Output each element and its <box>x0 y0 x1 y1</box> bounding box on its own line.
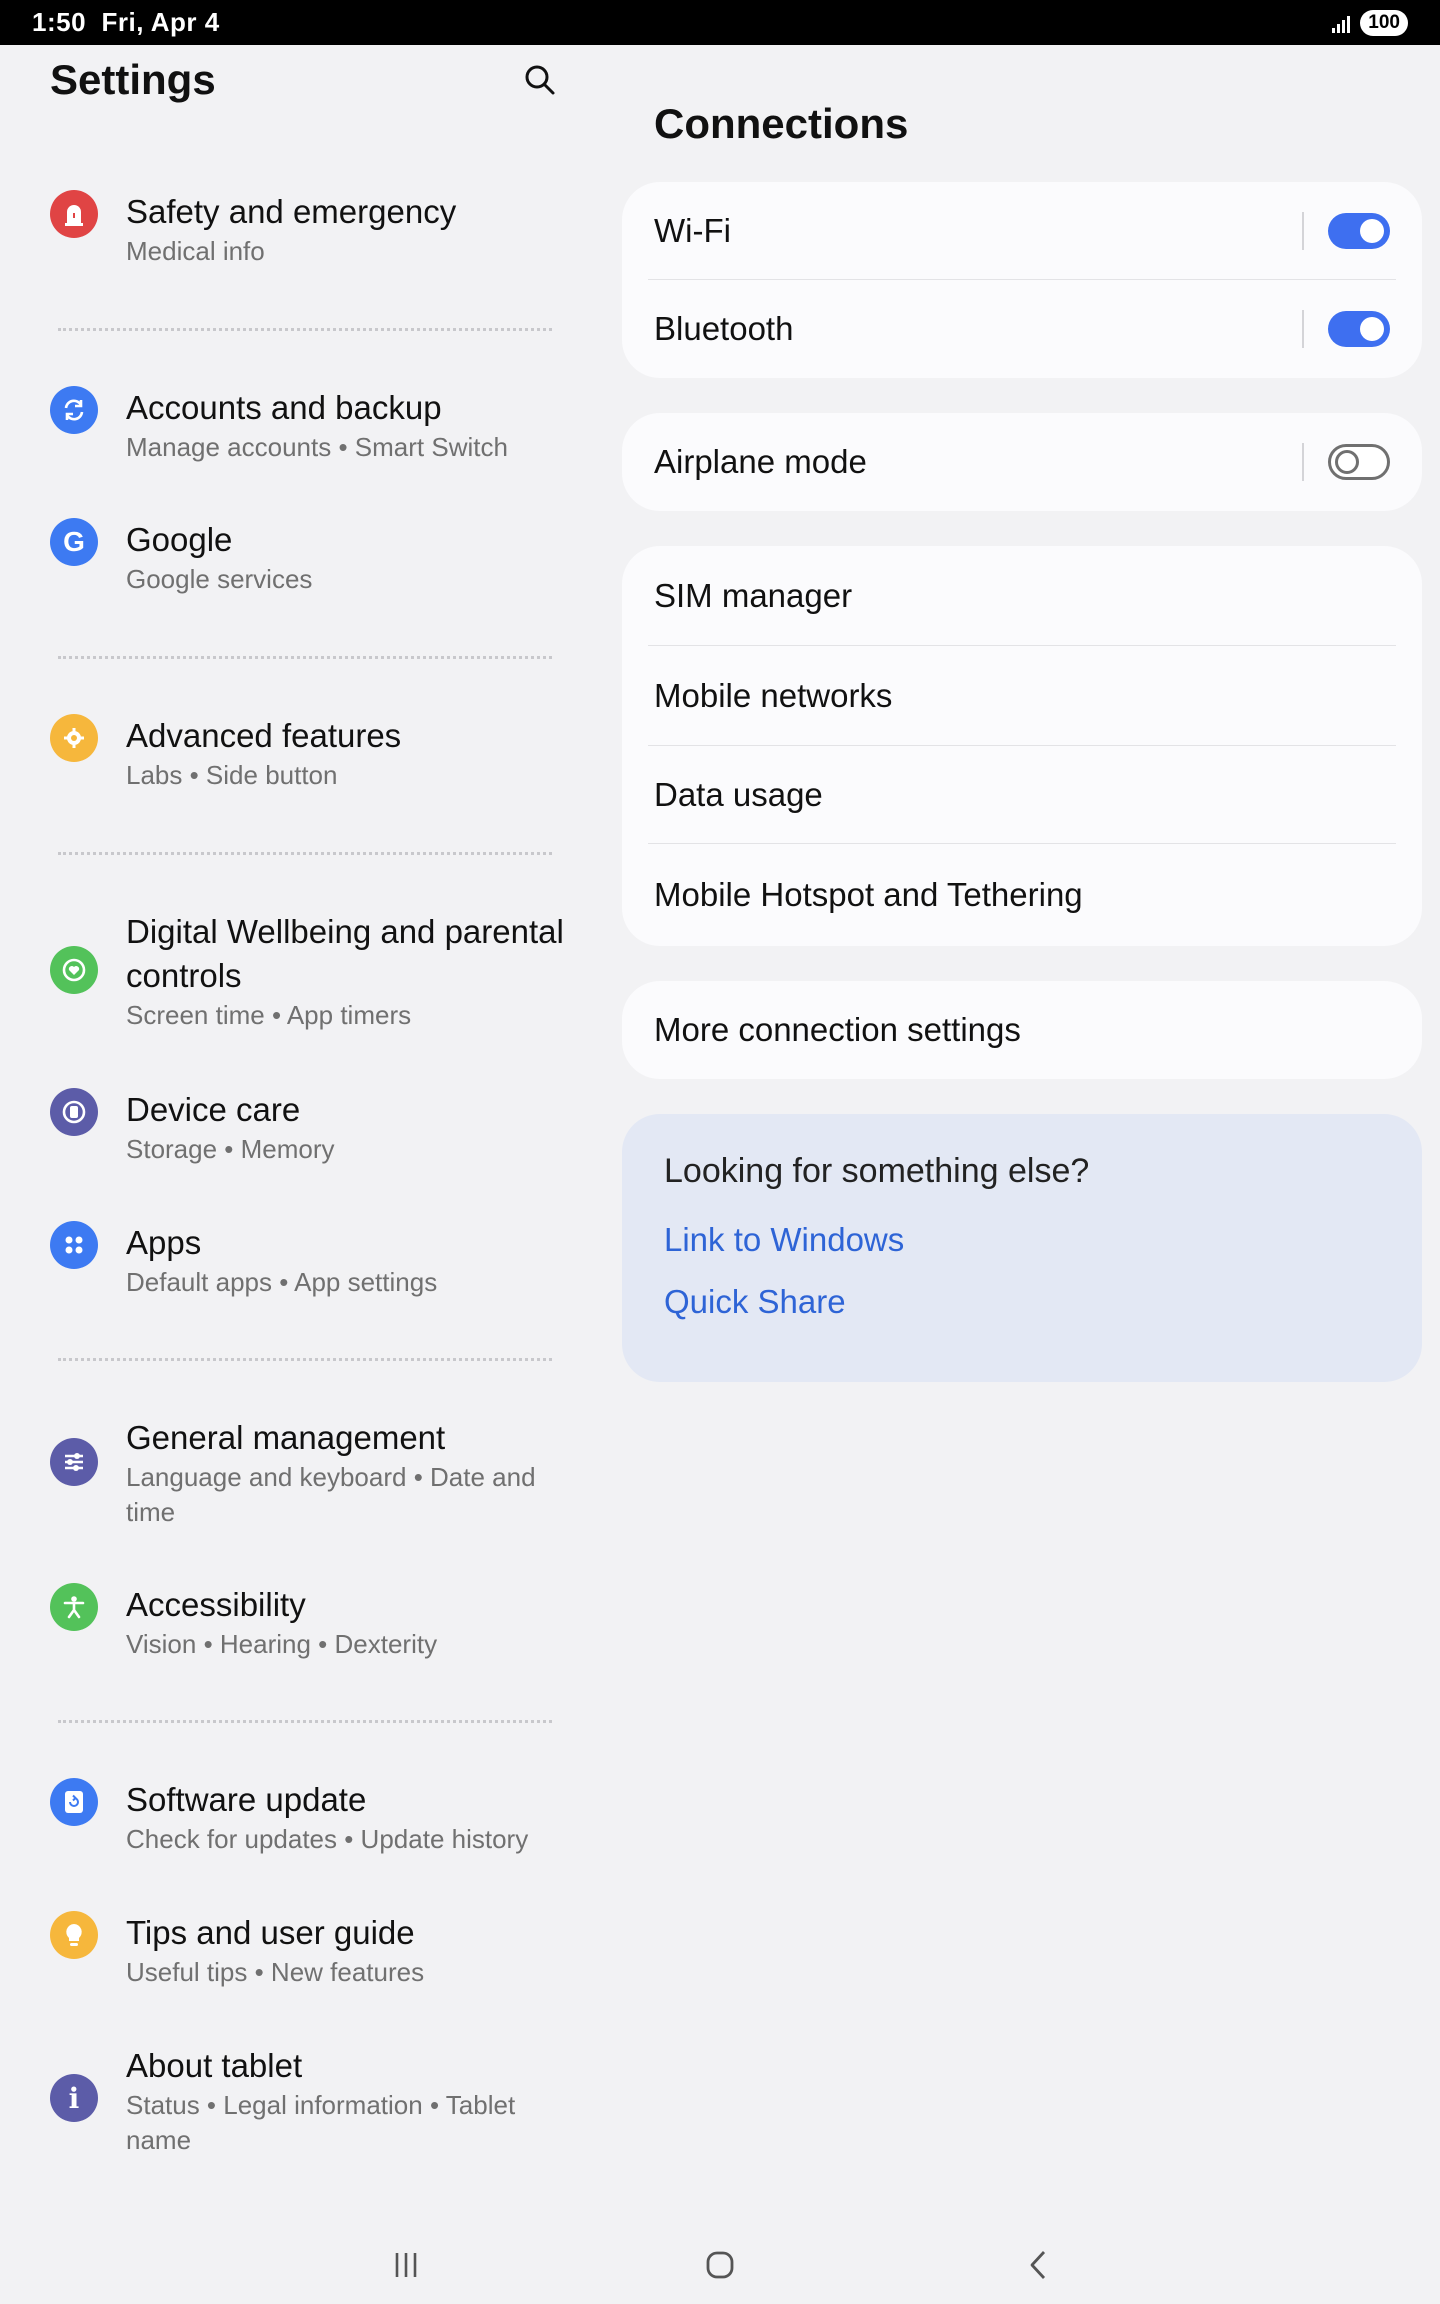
update-icon <box>50 1778 98 1826</box>
item-subtitle: Google services <box>126 564 313 594</box>
divider <box>58 656 552 659</box>
lightbulb-icon <box>50 1911 98 1959</box>
signal-icon <box>1332 13 1351 33</box>
accessibility-icon <box>50 1583 98 1631</box>
more-card: More connection settings <box>622 981 1422 1079</box>
item-subtitle: Storage • Memory <box>126 1134 335 1164</box>
item-title: Accessibility <box>126 1586 306 1623</box>
battery-icon: 100 <box>1360 9 1408 36</box>
date: Fri, Apr 4 <box>101 7 220 37</box>
divider <box>58 1358 552 1361</box>
hotspot-row[interactable]: Mobile Hotspot and Tethering <box>622 844 1422 946</box>
mobile-networks-label: Mobile networks <box>654 677 893 714</box>
device-care-icon <box>50 1088 98 1136</box>
item-title: Software update <box>126 1781 367 1818</box>
suggestions-question: Looking for something else? <box>664 1152 1090 1190</box>
settings-header: Settings <box>50 56 560 104</box>
bluetooth-row[interactable]: Bluetooth <box>622 280 1422 378</box>
item-subtitle: Screen time • App timers <box>126 1000 412 1030</box>
more-settings-label: More connection settings <box>654 1011 1021 1048</box>
item-subtitle: Manage accounts • Smart Switch <box>126 432 508 462</box>
quick-share-link[interactable]: Quick Share <box>664 1283 1380 1321</box>
mobile-card: SIM manager Mobile networks Data usage M… <box>622 546 1422 946</box>
item-subtitle: Useful tips • New features <box>126 1957 425 1987</box>
item-title: Apps <box>126 1224 202 1261</box>
back-icon[interactable] <box>1008 2240 1068 2290</box>
suggestions-card: Looking for something else? Link to Wind… <box>622 1114 1422 1382</box>
airplane-label: Airplane mode <box>654 443 867 480</box>
more-settings-row[interactable]: More connection settings <box>622 981 1422 1079</box>
airplane-toggle[interactable] <box>1328 444 1390 480</box>
wifi-label: Wi-Fi <box>654 212 731 249</box>
google-icon: G <box>50 518 98 566</box>
divider <box>1302 443 1304 481</box>
item-title: Digital Wellbeing and parental controls <box>126 913 564 994</box>
home-icon[interactable] <box>690 2240 750 2290</box>
item-title: Google <box>126 521 233 558</box>
settings-item-wellbeing[interactable]: Digital Wellbeing and parental controls … <box>50 910 570 1033</box>
settings-item-accounts[interactable]: Accounts and backup Manage accounts • Sm… <box>50 386 570 465</box>
item-title: Safety and emergency <box>126 193 457 230</box>
item-title: About tablet <box>126 2047 303 2084</box>
bluetooth-label: Bluetooth <box>654 310 794 347</box>
sync-icon <box>50 386 98 434</box>
item-subtitle: Medical info <box>126 236 265 266</box>
wifi-toggle[interactable] <box>1328 213 1390 249</box>
sim-manager-row[interactable]: SIM manager <box>622 546 1422 646</box>
divider <box>1302 212 1304 250</box>
settings-item-general[interactable]: General management Language and keyboard… <box>50 1416 570 1530</box>
hotspot-label: Mobile Hotspot and Tethering <box>654 876 1083 913</box>
settings-item-device-care[interactable]: Device care Storage • Memory <box>50 1088 570 1167</box>
item-subtitle: Check for updates • Update history <box>126 1824 529 1854</box>
page-title: Settings <box>50 56 216 103</box>
apps-icon <box>50 1221 98 1269</box>
search-icon[interactable] <box>520 60 560 100</box>
item-title: Tips and user guide <box>126 1914 415 1951</box>
item-subtitle: Default apps • App settings <box>126 1267 438 1297</box>
divider <box>58 852 552 855</box>
status-time: 1:50 Fri, Apr 4 <box>32 7 220 38</box>
settings-item-google[interactable]: G Google Google services <box>50 518 570 597</box>
airplane-row[interactable]: Airplane mode <box>622 413 1422 511</box>
settings-item-advanced[interactable]: Advanced features Labs • Side button <box>50 714 570 793</box>
data-usage-label: Data usage <box>654 776 823 813</box>
item-subtitle: Vision • Hearing • Dexterity <box>126 1629 438 1659</box>
item-subtitle: Status • Legal information • Tablet name <box>126 2090 516 2155</box>
mobile-networks-row[interactable]: Mobile networks <box>622 646 1422 746</box>
recents-icon[interactable] <box>376 2240 436 2290</box>
siren-icon <box>50 190 98 238</box>
item-subtitle: Language and keyboard • Date and time <box>126 1462 536 1527</box>
divider <box>1302 310 1304 348</box>
sim-manager-label: SIM manager <box>654 577 853 614</box>
settings-item-tips[interactable]: Tips and user guide Useful tips • New fe… <box>50 1911 570 1990</box>
item-subtitle: Labs • Side button <box>126 760 338 790</box>
airplane-card: Airplane mode <box>622 413 1422 511</box>
divider <box>58 328 552 331</box>
wifi-row[interactable]: Wi-Fi <box>622 182 1422 280</box>
sliders-icon <box>50 1438 98 1486</box>
info-icon: i <box>50 2074 98 2122</box>
clock: 1:50 <box>32 7 87 37</box>
link-to-windows-link[interactable]: Link to Windows <box>664 1221 1380 1259</box>
wireless-card: Wi-Fi Bluetooth <box>622 182 1422 378</box>
item-title: Device care <box>126 1091 301 1128</box>
star-gear-icon <box>50 714 98 762</box>
data-usage-row[interactable]: Data usage <box>622 746 1422 844</box>
item-title: General management <box>126 1419 446 1456</box>
bluetooth-toggle[interactable] <box>1328 311 1390 347</box>
status-bar: 1:50 Fri, Apr 4 100 <box>0 0 1440 45</box>
settings-item-about[interactable]: i About tablet Status • Legal informatio… <box>50 2044 570 2158</box>
item-title: Advanced features <box>126 717 402 754</box>
settings-item-safety[interactable]: Safety and emergency Medical info <box>50 190 570 269</box>
settings-item-software-update[interactable]: Software update Check for updates • Upda… <box>50 1778 570 1857</box>
connections-title: Connections <box>654 100 909 147</box>
item-title: Accounts and backup <box>126 389 442 426</box>
settings-item-apps[interactable]: Apps Default apps • App settings <box>50 1221 570 1300</box>
settings-item-accessibility[interactable]: Accessibility Vision • Hearing • Dexteri… <box>50 1583 570 1662</box>
wellbeing-icon <box>50 946 98 994</box>
navigation-bar <box>0 2230 1440 2300</box>
divider <box>58 1720 552 1723</box>
